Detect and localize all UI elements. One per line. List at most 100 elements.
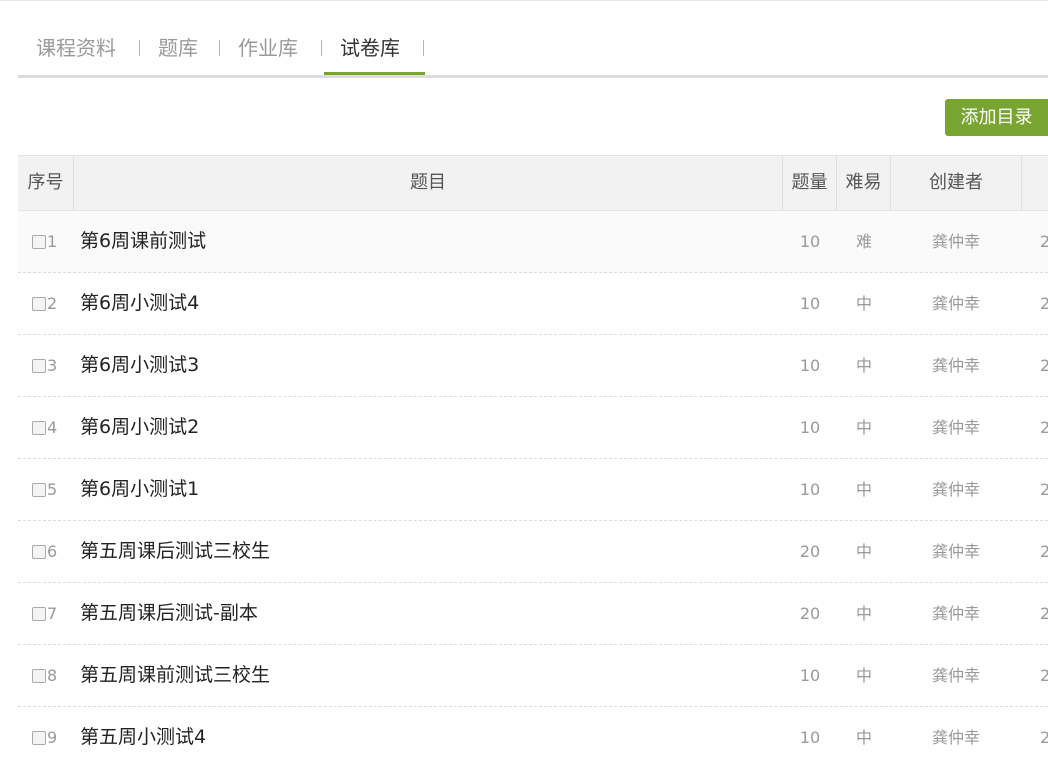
row-creator: 龚仲幸: [931, 356, 980, 375]
row-index: 9: [47, 728, 58, 747]
row-quantity: 10: [799, 418, 821, 437]
row-title[interactable]: 第五周小测试4: [80, 707, 780, 765]
row-quantity: 10: [799, 728, 821, 747]
row-difficulty: 中: [855, 728, 872, 747]
tab-bar: 课程资料 题库 作业库 试卷库: [18, 22, 1048, 78]
row-index: 7: [47, 604, 58, 623]
table-row: 7 第五周课后测试-副本 20 中 龚仲幸 2: [18, 583, 1048, 645]
row-extra: 2: [1040, 232, 1048, 251]
row-index: 6: [47, 542, 58, 561]
row-extra: 2: [1040, 480, 1048, 499]
row-difficulty: 中: [855, 542, 872, 561]
row-extra: 2: [1040, 666, 1048, 685]
row-index-cell: 9: [32, 707, 76, 765]
row-creator: 龚仲幸: [931, 542, 980, 561]
exam-table: 序号 题目 题量 难易 创建者 1 第6周课前测试 10 难 龚仲幸 2 2 第…: [18, 155, 1048, 765]
row-title[interactable]: 第五周课后测试-副本: [80, 583, 780, 644]
row-checkbox[interactable]: [32, 421, 46, 435]
row-creator: 龚仲幸: [931, 294, 980, 313]
row-quantity: 10: [799, 294, 821, 313]
row-extra: 2: [1040, 728, 1048, 747]
row-index-cell: 8: [32, 645, 76, 706]
table-row: 9 第五周小测试4 10 中 龚仲幸 2: [18, 707, 1048, 765]
tab-separator: [139, 40, 140, 56]
row-extra: 2: [1040, 542, 1048, 561]
row-checkbox[interactable]: [32, 359, 46, 373]
header-quantity: 题量: [783, 156, 837, 210]
row-checkbox[interactable]: [32, 235, 46, 249]
row-index-cell: 3: [32, 335, 76, 396]
row-index-cell: 6: [32, 521, 76, 582]
table-row: 8 第五周课前测试三校生 10 中 龚仲幸 2: [18, 645, 1048, 707]
tab-course-materials[interactable]: 课程资料: [36, 22, 116, 78]
row-index-cell: 5: [32, 459, 76, 520]
tab-question-bank[interactable]: 题库: [158, 22, 198, 78]
row-creator: 龚仲幸: [931, 604, 980, 623]
header-title: 题目: [74, 156, 783, 210]
tab-separator: [321, 40, 322, 56]
row-index: 8: [47, 666, 58, 685]
table-row: 6 第五周课后测试三校生 20 中 龚仲幸 2: [18, 521, 1048, 583]
row-index: 2: [47, 294, 58, 313]
row-creator: 龚仲幸: [931, 480, 980, 499]
row-creator: 龚仲幸: [931, 666, 980, 685]
table-row: 3 第6周小测试3 10 中 龚仲幸 2: [18, 335, 1048, 397]
row-checkbox[interactable]: [32, 483, 46, 497]
row-title[interactable]: 第6周小测试4: [80, 273, 780, 334]
row-difficulty: 中: [855, 294, 872, 313]
table-header: 序号 题目 题量 难易 创建者: [18, 155, 1048, 211]
row-difficulty: 中: [855, 666, 872, 685]
header-index: 序号: [18, 156, 74, 210]
row-extra: 2: [1040, 356, 1048, 375]
table-row: 4 第6周小测试2 10 中 龚仲幸 2: [18, 397, 1048, 459]
row-index: 5: [47, 480, 58, 499]
row-title[interactable]: 第6周小测试3: [80, 335, 780, 396]
row-index: 4: [47, 418, 58, 437]
row-difficulty: 难: [855, 232, 872, 251]
add-directory-button[interactable]: 添加目录: [945, 99, 1048, 136]
row-title[interactable]: 第五周课前测试三校生: [80, 645, 780, 706]
row-creator: 龚仲幸: [931, 232, 980, 251]
tab-homework-bank[interactable]: 作业库: [238, 22, 298, 78]
row-index-cell: 4: [32, 397, 76, 458]
row-creator: 龚仲幸: [931, 418, 980, 437]
row-quantity: 10: [799, 480, 821, 499]
row-index-cell: 2: [32, 273, 76, 334]
row-title[interactable]: 第6周课前测试: [80, 211, 780, 272]
row-title[interactable]: 第五周课后测试三校生: [80, 521, 780, 582]
row-difficulty: 中: [855, 418, 872, 437]
row-checkbox[interactable]: [32, 545, 46, 559]
row-index-cell: 1: [32, 211, 76, 272]
table-row: 2 第6周小测试4 10 中 龚仲幸 2: [18, 273, 1048, 335]
row-creator: 龚仲幸: [931, 728, 980, 747]
tab-exam-bank[interactable]: 试卷库: [340, 22, 400, 78]
row-quantity: 10: [799, 356, 821, 375]
row-quantity: 20: [799, 604, 821, 623]
row-checkbox[interactable]: [32, 297, 46, 311]
table-body: 1 第6周课前测试 10 难 龚仲幸 2 2 第6周小测试4 10 中 龚仲幸 …: [18, 211, 1048, 765]
row-difficulty: 中: [855, 356, 872, 375]
row-quantity: 10: [799, 666, 821, 685]
header-creator: 创建者: [891, 156, 1022, 210]
row-index: 1: [47, 232, 58, 251]
row-quantity: 20: [799, 542, 821, 561]
row-extra: 2: [1040, 604, 1048, 623]
header-difficulty: 难易: [837, 156, 891, 210]
row-difficulty: 中: [855, 480, 872, 499]
row-checkbox[interactable]: [32, 731, 46, 745]
row-index-cell: 7: [32, 583, 76, 644]
top-border: [0, 0, 1048, 3]
table-row: 1 第6周课前测试 10 难 龚仲幸 2: [18, 211, 1048, 273]
row-extra: 2: [1040, 294, 1048, 313]
row-title[interactable]: 第6周小测试2: [80, 397, 780, 458]
row-index: 3: [47, 356, 58, 375]
active-tab-indicator: [324, 72, 425, 75]
header-extra: [1022, 156, 1048, 210]
row-checkbox[interactable]: [32, 669, 46, 683]
row-checkbox[interactable]: [32, 607, 46, 621]
row-extra: 2: [1040, 418, 1048, 437]
row-title[interactable]: 第6周小测试1: [80, 459, 780, 520]
row-difficulty: 中: [855, 604, 872, 623]
tab-separator: [219, 40, 220, 56]
row-quantity: 10: [799, 232, 821, 251]
